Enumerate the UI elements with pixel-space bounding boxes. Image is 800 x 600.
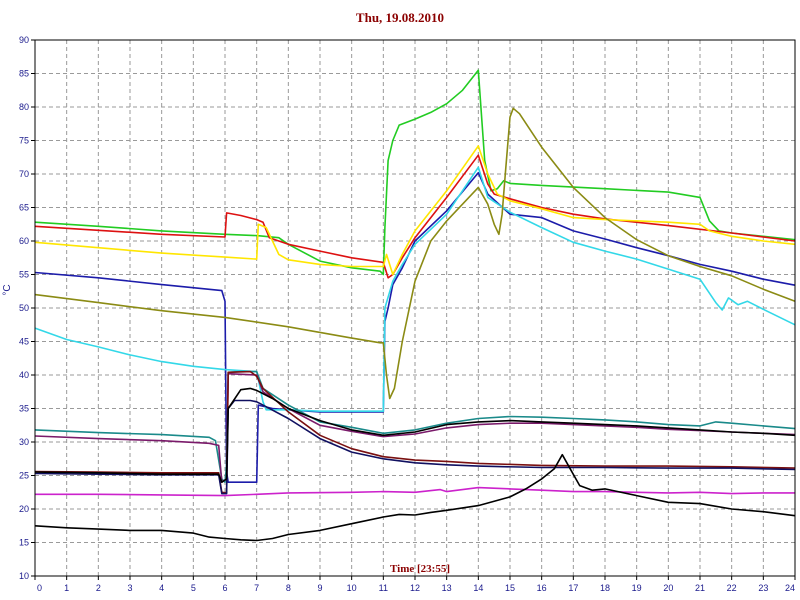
- x-tick-label: 21: [695, 583, 705, 593]
- chart-title: Thu, 19.08.2010: [356, 10, 444, 25]
- x-tick-label: 24: [785, 583, 795, 593]
- x-tick-label: 7: [254, 583, 259, 593]
- y-tick-label: 65: [19, 203, 29, 213]
- y-tick-label: 35: [19, 404, 29, 414]
- x-tick-label: 17: [568, 583, 578, 593]
- x-tick-label: 16: [537, 583, 547, 593]
- y-tick-label: 80: [19, 102, 29, 112]
- y-tick-label: 55: [19, 270, 29, 280]
- x-tick-label: 4: [159, 583, 164, 593]
- x-tick-label: 1: [64, 583, 69, 593]
- y-tick-label: 15: [19, 538, 29, 548]
- y-tick-label: 20: [19, 504, 29, 514]
- x-tick-label: 10: [347, 583, 357, 593]
- x-tick-label: 8: [286, 583, 291, 593]
- y-tick-label: 60: [19, 236, 29, 246]
- x-tick-label: 12: [410, 583, 420, 593]
- x-tick-label: 13: [442, 583, 452, 593]
- temperature-chart: Thu, 19.08.2010 101520253035404550556065…: [0, 0, 800, 600]
- x-tick-label: 5: [191, 583, 196, 593]
- x-tick-label: 15: [505, 583, 515, 593]
- y-tick-label: 40: [19, 370, 29, 380]
- y-tick-label: 85: [19, 69, 29, 79]
- y-tick-label: 50: [19, 303, 29, 313]
- y-axis-label: °C: [2, 284, 13, 295]
- chart-background: [0, 0, 800, 600]
- x-axis-label: Time [23:55]: [390, 563, 450, 575]
- y-tick-label: 25: [19, 471, 29, 481]
- y-tick-label: 30: [19, 437, 29, 447]
- y-tick-label: 45: [19, 337, 29, 347]
- x-tick-label: 23: [758, 583, 768, 593]
- y-tick-label: 10: [19, 571, 29, 581]
- x-tick-label: 0: [37, 583, 42, 593]
- x-tick-label: 18: [600, 583, 610, 593]
- x-tick-label: 2: [96, 583, 101, 593]
- x-tick-label: 22: [727, 583, 737, 593]
- x-tick-label: 14: [473, 583, 483, 593]
- x-tick-label: 9: [317, 583, 322, 593]
- y-tick-label: 90: [19, 35, 29, 45]
- x-tick-label: 3: [127, 583, 132, 593]
- x-tick-label: 11: [379, 583, 388, 593]
- y-tick-label: 75: [19, 136, 29, 146]
- x-tick-label: 19: [632, 583, 642, 593]
- x-tick-label: 6: [222, 583, 227, 593]
- y-tick-label: 70: [19, 169, 29, 179]
- x-tick-label: 20: [663, 583, 673, 593]
